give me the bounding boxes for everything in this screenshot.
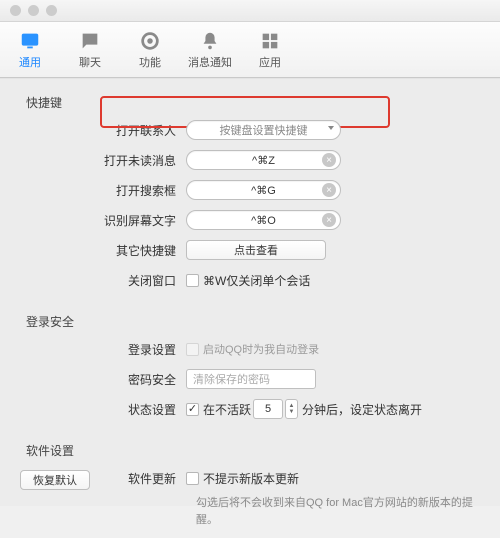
idle-minutes-stepper[interactable]: 5	[253, 399, 283, 419]
label-status-settings: 状态设置	[26, 401, 186, 418]
chat-icon	[79, 30, 101, 52]
shortcut-ocr-field[interactable]: ^⌘O ×	[186, 210, 341, 230]
tab-notifications[interactable]: 消息通知	[180, 22, 240, 77]
checkbox-close-label: ⌘W仅关闭单个会话	[203, 272, 310, 289]
checkbox-auto-login	[186, 343, 199, 356]
shortcut-open-unread-field[interactable]: ^⌘Z ×	[186, 150, 341, 170]
label-ocr-screen: 识别屏幕文字	[26, 212, 186, 229]
tab-general[interactable]: 通用	[0, 22, 60, 77]
label-login-settings: 登录设置	[26, 341, 186, 358]
tab-label: 功能	[139, 54, 161, 70]
checkbox-close-single-session[interactable]	[186, 274, 199, 287]
gear-icon	[139, 30, 161, 52]
clear-icon[interactable]: ×	[322, 153, 336, 167]
label-open-unread: 打开未读消息	[26, 152, 186, 169]
section-login-title: 登录安全	[26, 313, 480, 330]
close-icon[interactable]	[10, 5, 21, 16]
content: 快捷键 打开联系人 按键盘设置快捷键 打开未读消息 ^⌘Z × 打开搜索框 ^⌘…	[0, 78, 500, 538]
shortcut-open-contacts-field[interactable]: 按键盘设置快捷键	[186, 120, 341, 140]
label-open-search: 打开搜索框	[26, 182, 186, 199]
footer: 恢复默认	[20, 470, 90, 490]
chevron-down-icon	[328, 126, 334, 130]
clear-icon[interactable]: ×	[322, 183, 336, 197]
status-post-text: 分钟后，设定状态离开	[302, 401, 422, 418]
bell-icon	[199, 30, 221, 52]
label-other-shortcuts: 其它快捷键	[26, 242, 186, 259]
checkbox-suppress-update-label: 不提示新版本更新	[203, 470, 299, 487]
shortcut-open-search-field[interactable]: ^⌘G ×	[186, 180, 341, 200]
apps-icon	[259, 30, 281, 52]
restore-defaults-button[interactable]: 恢复默认	[20, 470, 90, 490]
tab-label: 聊天	[79, 54, 101, 70]
tab-label: 应用	[259, 54, 281, 70]
tab-apps[interactable]: 应用	[240, 22, 300, 77]
label-close-window: 关闭窗口	[26, 272, 186, 289]
view-other-shortcuts-button[interactable]: 点击查看	[186, 240, 326, 260]
clear-icon[interactable]: ×	[322, 213, 336, 227]
zoom-icon[interactable]	[46, 5, 57, 16]
checkbox-auto-login-label: 启动QQ时为我自动登录	[203, 341, 319, 357]
titlebar	[0, 0, 500, 22]
stepper-arrows-icon[interactable]: ▲▼	[285, 399, 298, 419]
minimize-icon[interactable]	[28, 5, 39, 16]
preferences-window: 通用 聊天 功能 消息通知 应用 快捷键	[0, 0, 500, 506]
tab-features[interactable]: 功能	[120, 22, 180, 77]
checkbox-suppress-update[interactable]	[186, 472, 199, 485]
display-icon	[19, 30, 41, 52]
toolbar: 通用 聊天 功能 消息通知 应用	[0, 22, 500, 78]
label-password-safety: 密码安全	[26, 371, 186, 388]
tab-chat[interactable]: 聊天	[60, 22, 120, 77]
tab-label: 消息通知	[188, 54, 232, 70]
clear-saved-password-field[interactable]: 清除保存的密码	[186, 369, 316, 389]
section-software-title: 软件设置	[26, 442, 480, 459]
status-pre-text: 在不活跃	[203, 401, 251, 418]
tab-label: 通用	[19, 54, 41, 70]
update-help-text: 勾选后将不会收到来自QQ for Mac官方网站的新版本的提醒。	[196, 495, 480, 528]
checkbox-idle-status[interactable]	[186, 403, 199, 416]
